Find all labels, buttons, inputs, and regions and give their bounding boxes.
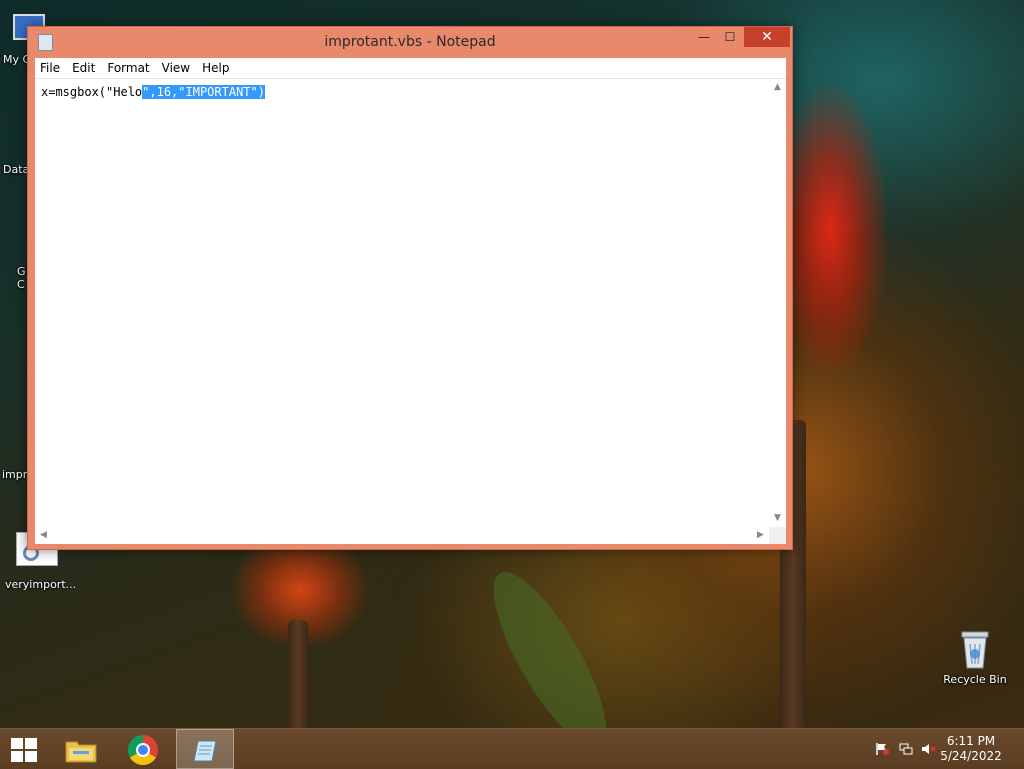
menu-view[interactable]: View (156, 58, 196, 78)
flower-stem-left (288, 620, 308, 728)
action-center-flag-icon[interactable] (874, 742, 890, 756)
horizontal-scrollbar[interactable]: ◀ ▶ (35, 527, 769, 544)
scroll-up-icon[interactable]: ▲ (769, 79, 786, 96)
system-clock[interactable]: 6:11 PM 5/24/2022 (936, 734, 1006, 764)
clock-time: 6:11 PM (946, 734, 996, 748)
selected-text: ",16,"IMPORTANT") (142, 85, 265, 99)
scroll-left-icon[interactable]: ◀ (35, 527, 52, 544)
taskbar: 6:11 PM 5/24/2022 (0, 728, 1024, 769)
scroll-corner (769, 527, 786, 544)
folder-icon (65, 741, 97, 763)
scroll-down-icon[interactable]: ▼ (769, 510, 786, 527)
menu-bar: File Edit Format View Help (35, 58, 786, 78)
notepad-icon (193, 740, 217, 762)
window-title: improtant.vbs - Notepad (324, 34, 496, 50)
scroll-right-icon[interactable]: ▶ (752, 527, 769, 544)
desktop-icon-label: veryimport... (5, 578, 77, 591)
desktop-icon-recycle-bin[interactable]: Recycle Bin (940, 630, 1010, 686)
taskbar-file-explorer[interactable] (56, 729, 112, 769)
windows-logo-icon (11, 738, 37, 762)
taskbar-chrome[interactable] (115, 729, 171, 769)
close-button[interactable]: ✕ (744, 27, 790, 47)
menu-file[interactable]: File (35, 58, 66, 78)
menu-help[interactable]: Help (196, 58, 235, 78)
editor-text: x=msgbox("Helo (41, 85, 143, 99)
clock-date: 5/24/2022 (940, 749, 1002, 763)
notepad-window[interactable]: improtant.vbs - Notepad — ☐ ✕ File Edit … (27, 26, 793, 550)
recycle-bin-icon (955, 630, 995, 670)
desktop: My C Data G C impr veryimport... Recycle… (0, 0, 1024, 728)
maximize-button[interactable]: ☐ (717, 27, 743, 47)
editor-text-area[interactable]: x=msgbox("Helo",16,"IMPORTANT") (41, 85, 768, 526)
minimize-icon: — (698, 30, 710, 44)
text-editor[interactable]: x=msgbox("Helo",16,"IMPORTANT") ▲ ▼ ◀ ▶ (35, 78, 786, 544)
network-icon[interactable] (898, 742, 914, 756)
minimize-button[interactable]: — (691, 27, 717, 47)
chrome-icon (128, 735, 158, 765)
desktop-icon-label: Recycle Bin (943, 673, 1007, 686)
close-icon: ✕ (761, 29, 773, 45)
menu-format[interactable]: Format (101, 58, 155, 78)
start-button[interactable] (0, 729, 46, 769)
volume-muted-icon[interactable] (921, 742, 937, 756)
window-titlebar[interactable]: improtant.vbs - Notepad — ☐ ✕ (28, 27, 792, 57)
maximize-icon: ☐ (724, 30, 736, 44)
taskbar-notepad[interactable] (176, 729, 234, 769)
leaf-shape (474, 558, 626, 728)
menu-edit[interactable]: Edit (66, 58, 101, 78)
vertical-scrollbar[interactable]: ▲ ▼ (769, 79, 786, 527)
